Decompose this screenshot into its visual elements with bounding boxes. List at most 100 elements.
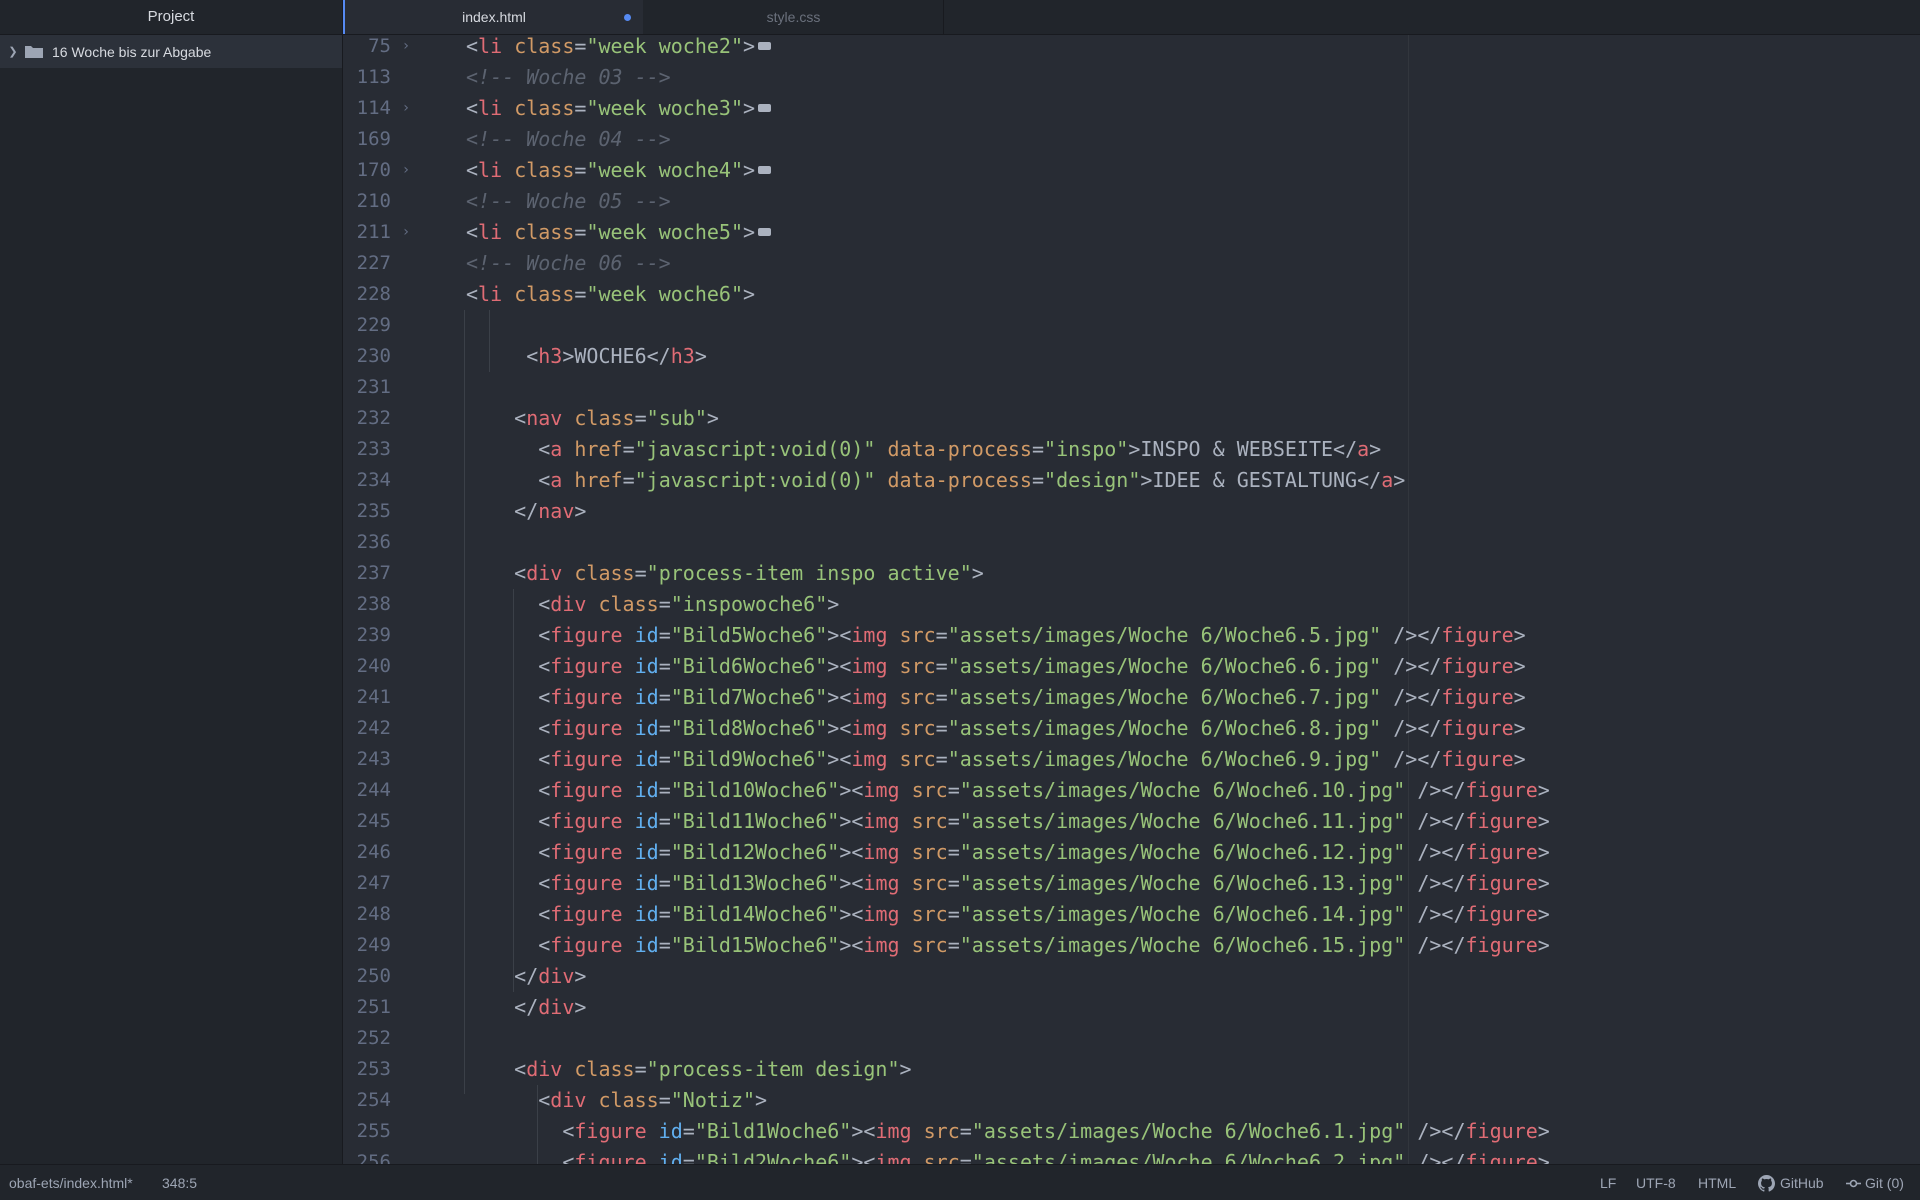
code-text[interactable]: <figure id="Bild14Woche6"><img src="asse… <box>466 899 1550 930</box>
modified-indicator-icon[interactable] <box>624 14 631 21</box>
code-token: "assets/images/Woche 6/Woche6.13.jpg" <box>959 871 1406 895</box>
code-text[interactable]: <div class="inspowoche6"> <box>466 589 839 620</box>
chevron-right-icon[interactable]: ❯ <box>2 45 24 58</box>
code-text[interactable]: <figure id="Bild15Woche6"><img src="asse… <box>466 930 1550 961</box>
line-number[interactable]: 250 <box>343 961 391 992</box>
code-text[interactable]: <div class="process-item design"> <box>466 1054 911 1085</box>
code-text[interactable]: <h3>WOCHE6</h3> <box>466 341 707 372</box>
code-text[interactable]: <div class="process-item inspo active"> <box>466 558 984 589</box>
code-text[interactable]: <nav class="sub"> <box>466 403 719 434</box>
line-number[interactable]: 170 <box>343 155 391 186</box>
code-text[interactable]: <figure id="Bild9Woche6"><img src="asset… <box>466 744 1525 775</box>
code-text[interactable]: <li class="week woche4"> <box>466 155 772 186</box>
line-number[interactable]: 236 <box>343 527 391 558</box>
tab-style-css[interactable]: style.css <box>644 0 944 34</box>
code-token: id <box>658 1119 683 1143</box>
line-number[interactable]: 244 <box>343 775 391 806</box>
folded-ellipsis-icon[interactable] <box>758 103 772 112</box>
code-text[interactable]: <div class="Notiz"> <box>466 1085 767 1116</box>
folded-ellipsis-icon[interactable] <box>758 41 772 50</box>
file-path[interactable]: obaf-ets/index.html* <box>9 1165 133 1200</box>
line-number[interactable]: 252 <box>343 1023 391 1054</box>
tree-item-root-folder[interactable]: ❯ 16 Woche bis zur Abgabe <box>0 35 342 68</box>
line-number[interactable]: 238 <box>343 589 391 620</box>
code-text[interactable]: <figure id="Bild8Woche6"><img src="asset… <box>466 713 1525 744</box>
code-text[interactable]: <figure id="Bild13Woche6"><img src="asse… <box>466 868 1550 899</box>
line-number[interactable]: 248 <box>343 899 391 930</box>
code-text[interactable]: <!-- Woche 06 --> <box>466 248 671 279</box>
code-text[interactable]: <figure id="Bild1Woche6"><img src="asset… <box>466 1116 1549 1147</box>
code-text[interactable]: </div> <box>466 961 586 992</box>
code-token: < <box>466 561 527 585</box>
code-text[interactable]: <figure id="Bild10Woche6"><img src="asse… <box>466 775 1550 806</box>
line-number[interactable]: 249 <box>343 930 391 961</box>
code-token: src <box>923 1150 960 1164</box>
line-number[interactable]: 210 <box>343 186 391 217</box>
folded-ellipsis-icon[interactable] <box>758 227 772 236</box>
tab-index-html[interactable]: index.html <box>343 0 643 34</box>
code-token: figure <box>550 809 623 833</box>
code-text[interactable]: <figure id="Bild7Woche6"><img src="asset… <box>466 682 1525 713</box>
code-text[interactable]: <a href="javascript:void(0)" data-proces… <box>466 465 1405 496</box>
git-button[interactable]: Git (0) <box>1846 1165 1904 1200</box>
line-number[interactable]: 256 <box>343 1147 391 1164</box>
line-number[interactable]: 246 <box>343 837 391 868</box>
code-text[interactable]: <figure id="Bild12Woche6"><img src="asse… <box>466 837 1550 868</box>
code-text[interactable]: <figure id="Bild5Woche6"><img src="asset… <box>466 620 1525 651</box>
line-number[interactable]: 239 <box>343 620 391 651</box>
line-number[interactable]: 251 <box>343 992 391 1023</box>
code-text[interactable]: <!-- Woche 04 --> <box>466 124 671 155</box>
line-number[interactable]: 230 <box>343 341 391 372</box>
line-number[interactable]: 254 <box>343 1085 391 1116</box>
code-text[interactable]: <!-- Woche 05 --> <box>466 186 671 217</box>
line-number[interactable]: 235 <box>343 496 391 527</box>
fold-chevron-icon[interactable]: › <box>399 155 413 186</box>
line-number[interactable]: 229 <box>343 310 391 341</box>
code-editor[interactable]: 75 › <li class="week woche2"> 113 <!-- Woche… <box>343 35 1920 1164</box>
code-text[interactable]: <li class="week woche6"> <box>466 279 755 310</box>
encoding-selector[interactable]: UTF-8 <box>1636 1165 1676 1200</box>
line-number[interactable]: 241 <box>343 682 391 713</box>
code-text[interactable]: </div> <box>466 992 586 1023</box>
folded-ellipsis-icon[interactable] <box>758 165 772 174</box>
line-ending-selector[interactable]: LF <box>1600 1165 1616 1200</box>
line-number[interactable]: 242 <box>343 713 391 744</box>
line-number[interactable]: 234 <box>343 465 391 496</box>
line-number[interactable]: 232 <box>343 403 391 434</box>
line-number[interactable]: 255 <box>343 1116 391 1147</box>
line-number[interactable]: 245 <box>343 806 391 837</box>
line-number[interactable]: 169 <box>343 124 391 155</box>
code-token: < <box>466 282 479 306</box>
line-number[interactable]: 228 <box>343 279 391 310</box>
line-number[interactable]: 211 <box>343 217 391 248</box>
code-text[interactable]: <li class="week woche5"> <box>466 217 772 248</box>
code-text[interactable]: </nav> <box>466 496 586 527</box>
line-number[interactable]: 227 <box>343 248 391 279</box>
line-number[interactable]: 231 <box>343 372 391 403</box>
line-number[interactable]: 243 <box>343 744 391 775</box>
line-number[interactable]: 253 <box>343 1054 391 1085</box>
code-token: id <box>634 685 659 709</box>
line-number[interactable]: 237 <box>343 558 391 589</box>
code-token: >< <box>839 840 864 864</box>
fold-chevron-icon[interactable]: › <box>399 93 413 124</box>
code-text[interactable]: <li class="week woche3"> <box>466 93 772 124</box>
line-number[interactable]: 113 <box>343 62 391 93</box>
code-text[interactable]: <a href="javascript:void(0)" data-proces… <box>466 434 1381 465</box>
code-text[interactable]: <figure id="Bild6Woche6"><img src="asset… <box>466 651 1525 682</box>
line-number[interactable]: 247 <box>343 868 391 899</box>
fold-chevron-icon[interactable]: › <box>399 217 413 248</box>
code-text[interactable]: <figure id="Bild11Woche6"><img src="asse… <box>466 806 1550 837</box>
line-number[interactable]: 114 <box>343 93 391 124</box>
code-text[interactable]: <!-- Woche 03 --> <box>466 62 671 93</box>
fold-chevron-icon[interactable]: › <box>399 35 413 62</box>
line-number[interactable]: 75 <box>343 35 391 62</box>
code-text[interactable]: <li class="week woche2"> <box>466 35 772 62</box>
cursor-position[interactable]: 348:5 <box>162 1165 197 1200</box>
grammar-selector[interactable]: HTML <box>1698 1165 1736 1200</box>
line-number[interactable]: 233 <box>343 434 391 465</box>
line-number[interactable]: 240 <box>343 651 391 682</box>
code-text[interactable]: <figure id="Bild2Woche6"><img src="asset… <box>466 1147 1549 1164</box>
github-button[interactable]: GitHub <box>1758 1165 1824 1200</box>
